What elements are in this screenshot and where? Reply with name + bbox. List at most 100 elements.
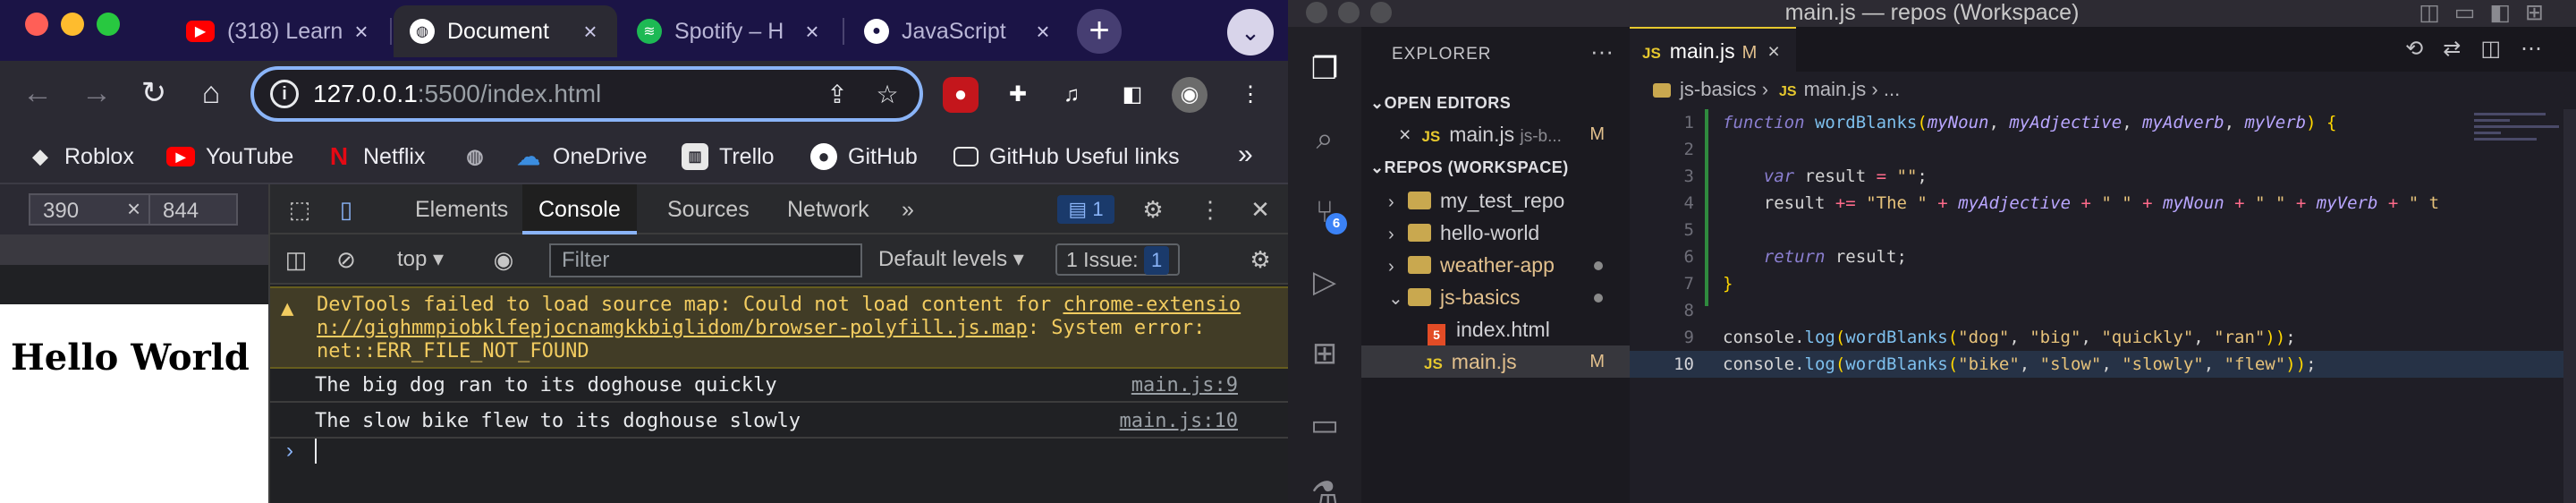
tab-title: Spotify – H	[674, 18, 784, 44]
media-control-icon[interactable]: ♫	[1054, 77, 1089, 113]
source-control-icon[interactable]: ⑂ 6	[1306, 193, 1347, 234]
close-tab-icon[interactable]: ×	[580, 18, 601, 46]
devtools-menu-icon[interactable]: ⋮	[1195, 195, 1225, 224]
javascript-file-icon: JS	[1424, 355, 1443, 372]
more-bookmarks-chevron[interactable]: »	[1238, 140, 1253, 170]
bookmark-roblox[interactable]: ◆ Roblox	[27, 141, 134, 172]
console-filter-input[interactable]: Filter	[549, 243, 862, 277]
extensions-puzzle-icon[interactable]: ✚	[1000, 77, 1036, 113]
close-devtools-icon[interactable]: ✕	[1245, 195, 1275, 224]
log-source-link[interactable]: main.js:10	[1120, 405, 1238, 439]
log-source-link[interactable]: main.js:9	[1131, 369, 1238, 403]
tab-github[interactable]: ● JavaScript ×	[848, 5, 1070, 57]
editor-actions[interactable]: ⟲⇄◫⋯	[2405, 36, 2562, 62]
home-icon[interactable]: ⌂	[193, 75, 229, 111]
device-toolbar: 390 × 844	[0, 184, 268, 234]
bookmark-onedrive-globe[interactable]: ◍	[462, 141, 499, 172]
forward-icon[interactable]: →	[79, 75, 114, 111]
log-levels-dropdown[interactable]: Default levels ▾	[878, 243, 1024, 276]
side-panel-icon[interactable]: ◧	[1114, 77, 1150, 113]
maximize-window-button[interactable]	[1370, 2, 1392, 23]
issues-counter[interactable]: ▤ 1	[1057, 195, 1114, 224]
warning-link-cont[interactable]: n://gighmmpiobklfepjocnamgkkbiglidom/bro…	[317, 317, 1028, 339]
reload-icon[interactable]: ↻	[136, 75, 172, 111]
back-icon[interactable]: ←	[20, 75, 55, 111]
breadcrumb[interactable]: js-basics › JS main.js › ...	[1653, 73, 1900, 106]
code-line: 6 return result;	[1683, 247, 1907, 267]
close-tab-icon[interactable]: ×	[351, 18, 372, 46]
tab-search-button[interactable]: ⌄	[1227, 9, 1274, 55]
minimap[interactable]	[2474, 113, 2563, 166]
close-tab-icon[interactable]: ×	[1032, 18, 1054, 46]
tab-youtube[interactable]: ▶ (318) Learn ×	[170, 5, 388, 57]
share-icon[interactable]: ⇪	[819, 80, 855, 109]
bookmark-trello[interactable]: ▥ Trello	[682, 141, 775, 172]
workspace-section[interactable]: ⌄REPOS (WORKSPACE)	[1361, 152, 1630, 183]
tab-elements[interactable]: Elements	[399, 184, 524, 234]
address-bar[interactable]: i 127.0.0.1:5500/index.html ⇪ ☆	[250, 66, 923, 122]
device-height-input[interactable]: 844	[148, 193, 238, 226]
extensions-icon[interactable]: ⊞	[1306, 335, 1343, 372]
tree-folder-my-test-repo[interactable]: › my_test_repo	[1361, 184, 1630, 217]
open-editor-item[interactable]: × JS main.js js-b... M	[1361, 118, 1630, 150]
site-info-icon[interactable]: i	[270, 80, 299, 108]
open-editors-section[interactable]: ⌄OPEN EDITORS	[1361, 88, 1630, 118]
sidebar-toggle-icon[interactable]: ◫	[281, 245, 311, 274]
close-window-button[interactable]	[1306, 2, 1327, 23]
console-input-caret[interactable]	[315, 439, 317, 464]
viewport-gutter	[0, 265, 268, 304]
tree-folder-weather-app[interactable]: › weather-app	[1361, 249, 1630, 281]
editor-tab-main-js[interactable]: JS main.js M ×	[1630, 27, 1796, 72]
bookmark-folder-github-links[interactable]: GitHub Useful links	[953, 141, 1180, 172]
folder-icon	[953, 147, 979, 166]
tree-folder-js-basics[interactable]: ⌄ js-basics	[1361, 281, 1630, 313]
close-editor-icon[interactable]: ×	[1399, 123, 1411, 146]
run-debug-icon[interactable]: ▷	[1306, 263, 1343, 301]
warning-link[interactable]: chrome-extensio	[1063, 294, 1241, 316]
new-tab-button[interactable]: +	[1077, 9, 1122, 54]
code-line: 9 console.log(wordBlanks("dog", "big", "q…	[1683, 328, 2296, 347]
bookmark-onedrive[interactable]: ☁ OneDrive	[515, 141, 648, 172]
tree-folder-hello-world[interactable]: › hello-world	[1361, 217, 1630, 249]
vertical-scrollbar[interactable]	[2563, 109, 2576, 503]
tab-console[interactable]: Console	[522, 184, 637, 234]
bookmark-youtube[interactable]: ▶ YouTube	[166, 141, 293, 172]
device-toggle-icon[interactable]: ▯	[331, 195, 361, 224]
bookmark-star-icon[interactable]: ☆	[869, 80, 905, 109]
dropdown-arrow-icon: ▾	[1013, 247, 1024, 271]
close-tab-icon[interactable]: ×	[1767, 39, 1779, 63]
explorer-files-icon[interactable]: ❐	[1306, 50, 1343, 88]
close-tab-icon[interactable]: ×	[801, 18, 823, 46]
ublock-extension-icon[interactable]: ●	[943, 77, 979, 113]
tab-document[interactable]: ◍ Document ×	[394, 5, 617, 57]
layout-icons[interactable]: ◫▭◧⊞	[2419, 0, 2558, 25]
bookmark-netflix[interactable]: N Netflix	[326, 141, 426, 172]
url-text[interactable]: 127.0.0.1:5500/index.html	[313, 80, 819, 108]
inspect-element-icon[interactable]: ⬚	[284, 195, 315, 224]
testing-flask-icon[interactable]: ⚗	[1306, 474, 1343, 503]
live-expression-eye-icon[interactable]: ◉	[488, 245, 519, 274]
clear-console-icon[interactable]: ⊘	[331, 245, 361, 274]
tab-strip: ▶ (318) Learn × ◍ Document × ≋ Spotify –…	[0, 0, 1288, 61]
remote-explorer-icon[interactable]: ▭	[1306, 406, 1343, 444]
avatar[interactable]: ◉	[1172, 77, 1208, 113]
close-window-button[interactable]	[25, 13, 48, 36]
console-settings-gear-icon[interactable]: ⚙	[1245, 245, 1275, 274]
tab-network[interactable]: Network	[771, 184, 886, 234]
maximize-window-button[interactable]	[97, 13, 120, 36]
tab-spotify[interactable]: ≋ Spotify – H ×	[621, 5, 839, 57]
minimize-window-button[interactable]	[1338, 2, 1360, 23]
code-line-current: 10 console.log(wordBlanks("bike", "slow",…	[1630, 351, 2576, 378]
issues-button[interactable]: 1 Issue: 1	[1055, 243, 1181, 276]
minimize-window-button[interactable]	[61, 13, 84, 36]
settings-gear-icon[interactable]: ⚙	[1138, 195, 1168, 224]
kebab-menu-icon[interactable]: ⋮	[1233, 77, 1268, 113]
context-selector[interactable]: top ▾	[397, 243, 444, 276]
bookmark-github[interactable]: ● GitHub	[810, 141, 918, 172]
more-tabs-chevron[interactable]: »	[886, 184, 930, 234]
tree-file-main-js[interactable]: JS main.js M	[1361, 345, 1630, 378]
explorer-more-icon[interactable]: ···	[1590, 38, 1614, 65]
tab-sources[interactable]: Sources	[651, 184, 766, 234]
search-icon[interactable]: ⌕	[1306, 120, 1343, 158]
tree-file-index-html[interactable]: 5 index.html	[1361, 313, 1630, 345]
